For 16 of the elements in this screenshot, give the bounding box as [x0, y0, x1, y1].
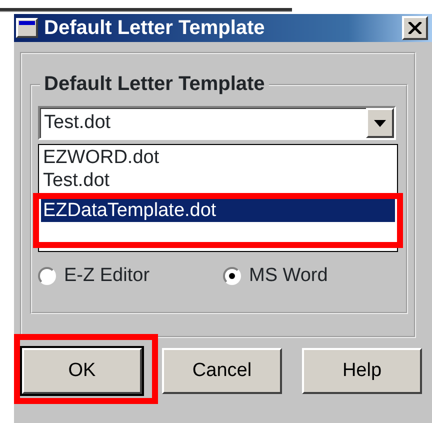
- template-dropdown[interactable]: Test.dot: [38, 106, 396, 140]
- radio-label[interactable]: MS Word: [249, 262, 328, 290]
- dialog-button[interactable]: OK: [22, 348, 142, 394]
- window-title: Default Letter Template: [44, 16, 266, 41]
- list-item[interactable]: EZWORD.dot: [41, 146, 395, 169]
- radio-button[interactable]: [223, 267, 241, 286]
- close-button[interactable]: [402, 16, 428, 40]
- radio-button[interactable]: [38, 267, 56, 286]
- caret-icon: [374, 120, 386, 126]
- radio-label[interactable]: E-Z Editor: [64, 262, 150, 290]
- close-icon: [408, 22, 422, 34]
- window-icon: [16, 18, 38, 38]
- list-item[interactable]: Test.dot: [41, 169, 395, 192]
- dialog-button[interactable]: Cancel: [162, 348, 282, 394]
- dialog-button[interactable]: Help: [302, 348, 422, 394]
- list-item[interactable]: EZDataTemplate.dot: [41, 199, 395, 222]
